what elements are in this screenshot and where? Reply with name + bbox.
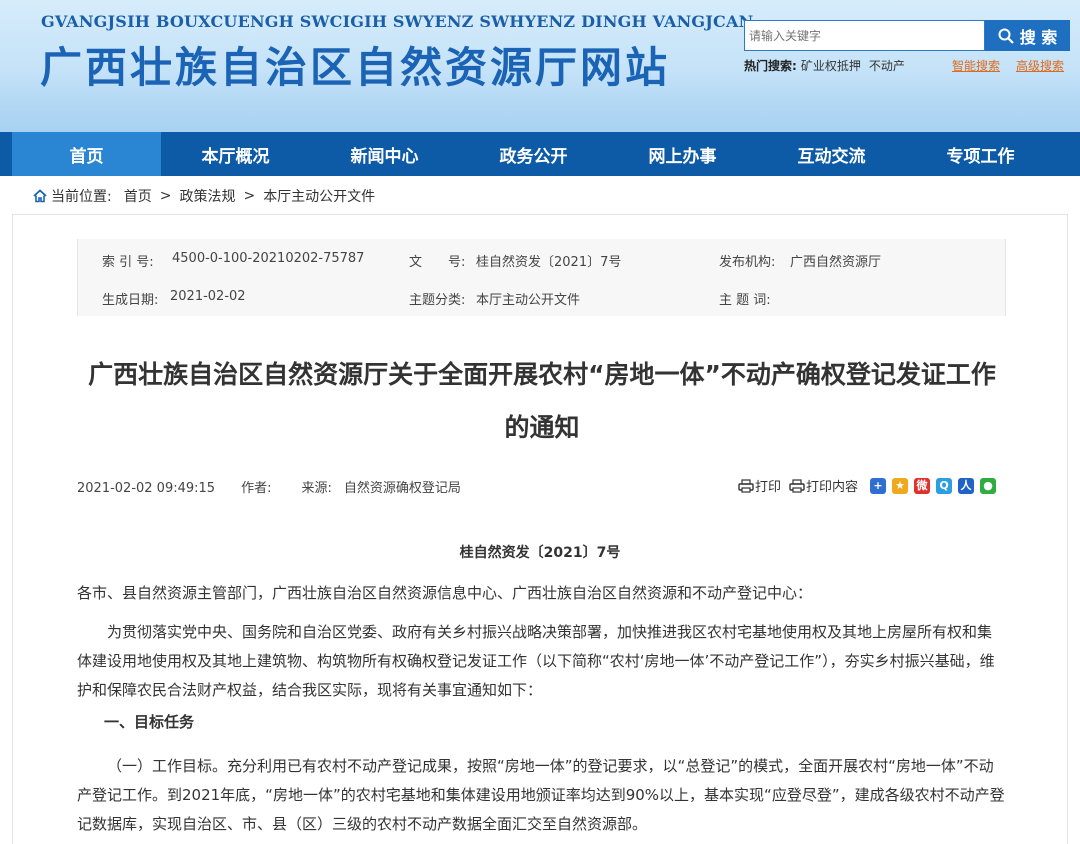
advanced-search-link[interactable]: 高级搜索	[1016, 57, 1064, 74]
subject-label: 主 题 词:	[719, 293, 771, 308]
search-icon	[998, 28, 1014, 44]
qq-icon[interactable]: Q	[936, 477, 953, 494]
article-tools: 打印 打印内容 + ★ 微 Q 人 ●	[738, 476, 997, 495]
hot-search-label: 热门搜索:	[744, 59, 797, 73]
source-value: 自然资源确权登记局	[343, 481, 461, 496]
author-label: 作者:	[241, 481, 272, 496]
nav-item-home[interactable]: 首页	[12, 132, 161, 176]
intro-paragraph: 为贯彻落实党中央、国务院和自治区党委、政府有关乡村振兴战略决策部署，加快推进我区…	[77, 623, 995, 699]
nav-item-news[interactable]: 新闻中心	[310, 132, 459, 176]
home-icon	[33, 189, 47, 203]
renren-icon[interactable]: 人	[958, 477, 975, 494]
article-title: 广西壮族自治区自然资源厅关于全面开展农村“房地一体”不动产确权登记发证工作的通知	[88, 360, 996, 442]
date-value: 2021-02-02	[170, 289, 246, 304]
site-subtitle: GVANGJSIH BOUXCUENGH SWCIGIH SWYENZ SWHY…	[41, 12, 754, 31]
printer-icon	[738, 478, 754, 493]
breadcrumb-separator: >	[243, 188, 256, 204]
breadcrumb: 当前位置: 首页 > 政策法规 > 本厅主动公开文件	[33, 186, 375, 206]
weibo-icon[interactable]: 微	[914, 477, 931, 494]
breadcrumb-separator: >	[159, 188, 172, 204]
site-header: GVANGJSIH BOUXCUENGH SWCIGIH SWYENZ SWHY…	[0, 0, 1080, 132]
category-label: 主题分类:	[409, 293, 466, 308]
site-title[interactable]: 广西壮族自治区自然资源厅网站	[40, 34, 670, 95]
favorite-icon[interactable]: ★	[892, 477, 909, 494]
breadcrumb-link-files[interactable]: 本厅主动公开文件	[263, 186, 375, 206]
main-nav: 首页 本厅概况 新闻中心 政务公开 网上办事 互动交流 专项工作	[0, 132, 1080, 176]
nav-item-special-work[interactable]: 专项工作	[906, 132, 1055, 176]
hot-keyword-link[interactable]: 不动产	[869, 59, 905, 73]
share-icons: + ★ 微 Q 人 ●	[870, 477, 997, 494]
search-button[interactable]: 搜 索	[985, 20, 1070, 51]
breadcrumb-link-home[interactable]: 首页	[124, 186, 152, 206]
printer-icon	[789, 478, 805, 493]
hot-keyword-link[interactable]: 矿业权抵押	[801, 59, 861, 73]
breadcrumb-link-policy[interactable]: 政策法规	[179, 186, 235, 206]
print-label: 打印	[755, 480, 782, 495]
docnum-label: 文 号:	[409, 255, 466, 270]
hot-search: 热门搜索: 矿业权抵押 不动产	[744, 57, 905, 74]
wechat-icon[interactable]: ●	[980, 477, 997, 494]
breadcrumb-prefix: 当前位置:	[51, 189, 112, 205]
nav-item-about[interactable]: 本厅概况	[161, 132, 310, 176]
publisher-label: 发布机构:	[719, 255, 776, 270]
publisher-value: 广西自然资源厅	[790, 255, 882, 270]
nav-item-interaction[interactable]: 互动交流	[757, 132, 906, 176]
category-value: 本厅主动公开文件	[476, 293, 581, 308]
date-label: 生成日期:	[102, 293, 159, 308]
print-content-label: 打印内容	[806, 480, 859, 495]
document-number: 桂自然资发〔2021〕7号	[459, 545, 621, 561]
smart-search-link[interactable]: 智能搜索	[952, 57, 1000, 74]
print-content-button[interactable]: 打印内容	[789, 476, 858, 495]
nav-item-online-services[interactable]: 网上办事	[608, 132, 757, 176]
addressee-paragraph: 各市、县自然资源主管部门，广西壮族自治区自然资源信息中心、广西壮族自治区自然资源…	[77, 584, 813, 602]
index-value: 4500-0-100-20210202-75787	[172, 251, 365, 266]
index-label: 索 引 号:	[102, 255, 154, 270]
print-button[interactable]: 打印	[738, 476, 781, 495]
docnum-value: 桂自然资发〔2021〕7号	[476, 255, 622, 270]
search-input[interactable]	[744, 20, 985, 51]
qzone-icon[interactable]: +	[870, 477, 887, 494]
goal-paragraph: （一）工作目标。充分利用已有农村不动产登记成果，按照“房地一体”的登记要求，以“…	[77, 757, 1005, 833]
search-button-label: 搜 索	[1019, 27, 1058, 47]
nav-item-gov-affairs[interactable]: 政务公开	[459, 132, 608, 176]
source-label: 来源:	[301, 481, 332, 496]
article-info: 2021-02-02 09:49:15 作者: 来源: 自然资源确权登记局	[77, 477, 461, 496]
section-heading: 一、目标任务	[104, 713, 195, 731]
document-meta: 索 引 号: 4500-0-100-20210202-75787 文 号: 桂自…	[77, 239, 1006, 316]
publish-datetime: 2021-02-02 09:49:15	[77, 481, 216, 496]
